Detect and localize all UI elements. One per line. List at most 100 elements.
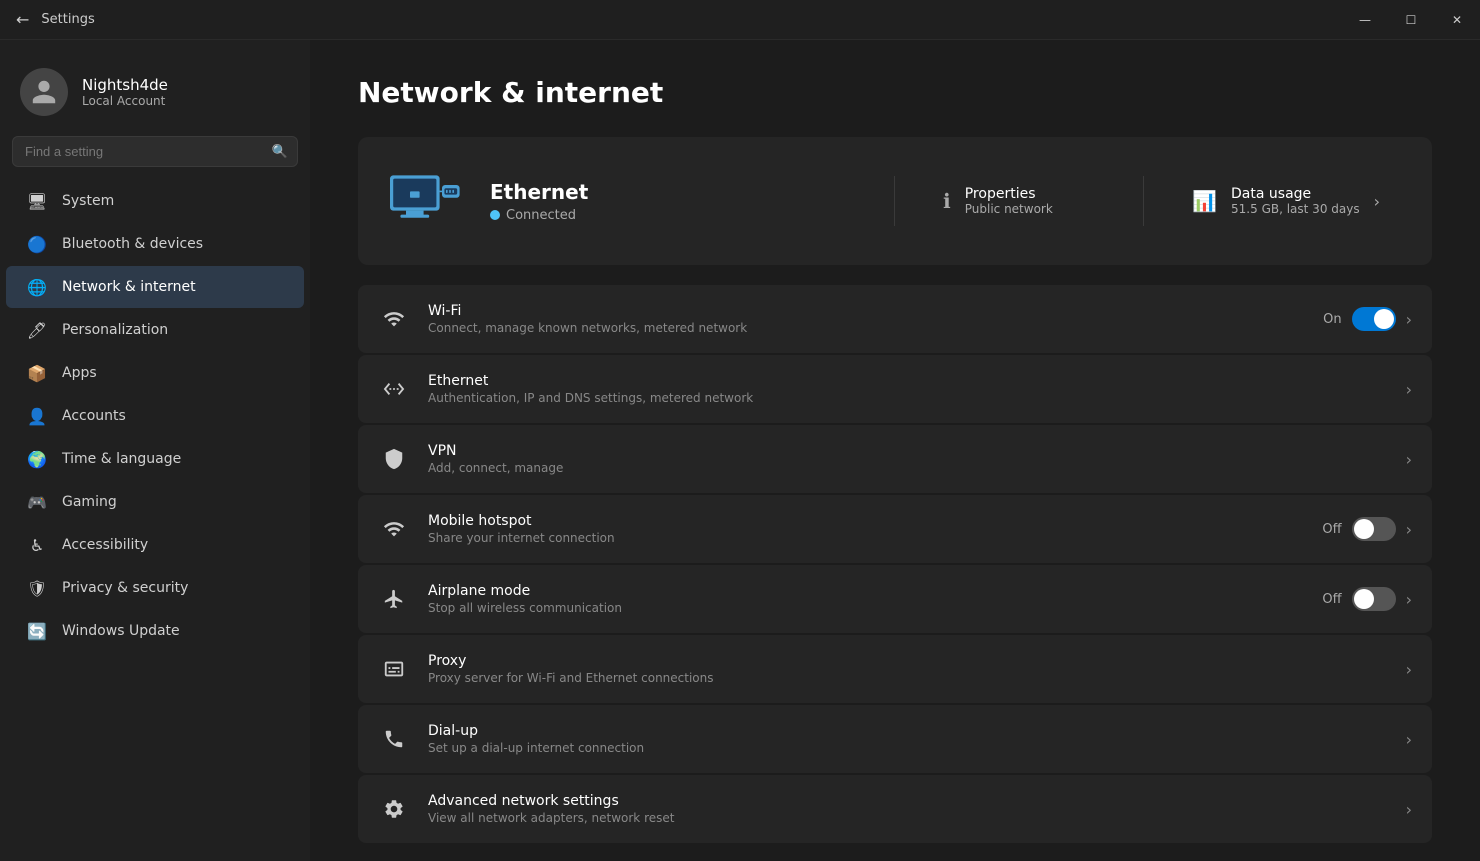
sidebar-item-bluetooth[interactable]: 🔵 Bluetooth & devices xyxy=(6,223,304,265)
back-button[interactable]: ← xyxy=(16,10,29,29)
sidebar-icon-privacy: 🛡 xyxy=(26,577,48,599)
settings-sub-advanced: View all network adapters, network reset xyxy=(428,811,1388,825)
settings-item-advanced[interactable]: Advanced network settings View all netwo… xyxy=(358,775,1432,843)
settings-label-advanced: Advanced network settings xyxy=(428,793,1388,809)
hero-properties[interactable]: ℹ Properties Public network xyxy=(919,186,1119,216)
settings-text-wifi: Wi-Fi Connect, manage known networks, me… xyxy=(428,303,1305,335)
chevron-advanced: › xyxy=(1406,800,1412,819)
settings-sub-hotspot: Share your internet connection xyxy=(428,531,1304,545)
sidebar-item-system[interactable]: 🖥 System xyxy=(6,180,304,222)
sidebar: Nightsh4de Local Account 🔍 🖥 System 🔵 Bl… xyxy=(0,40,310,861)
profile-sub: Local Account xyxy=(82,94,168,108)
chevron-hotspot: › xyxy=(1406,520,1412,539)
settings-label-proxy: Proxy xyxy=(428,653,1388,669)
profile-name: Nightsh4de xyxy=(82,76,168,94)
sidebar-icon-gaming: 🎮 xyxy=(26,491,48,513)
settings-text-airplane: Airplane mode Stop all wireless communic… xyxy=(428,583,1304,615)
ethernet-hero-card[interactable]: Ethernet Connected ℹ Properties Public n… xyxy=(358,137,1432,265)
settings-label-wifi: Wi-Fi xyxy=(428,303,1305,319)
settings-item-ethernet[interactable]: Ethernet Authentication, IP and DNS sett… xyxy=(358,355,1432,423)
sidebar-label-privacy: Privacy & security xyxy=(62,580,188,596)
profile-text: Nightsh4de Local Account xyxy=(82,76,168,108)
settings-icon-proxy xyxy=(378,653,410,685)
sidebar-item-time[interactable]: 🌍 Time & language xyxy=(6,438,304,480)
data-usage-icon: 📊 xyxy=(1192,189,1217,213)
settings-label-dialup: Dial-up xyxy=(428,723,1388,739)
sidebar-label-accounts: Accounts xyxy=(62,408,126,424)
properties-label: Properties xyxy=(965,186,1053,202)
ethernet-hero-name: Ethernet xyxy=(490,180,870,204)
hero-data-usage-text: Data usage 51.5 GB, last 30 days xyxy=(1231,186,1360,216)
toggle-wifi[interactable] xyxy=(1352,307,1396,331)
sidebar-item-update[interactable]: 🔄 Windows Update xyxy=(6,610,304,652)
settings-text-advanced: Advanced network settings View all netwo… xyxy=(428,793,1388,825)
settings-label-vpn: VPN xyxy=(428,443,1388,459)
settings-text-ethernet: Ethernet Authentication, IP and DNS sett… xyxy=(428,373,1388,405)
maximize-button[interactable]: ☐ xyxy=(1388,0,1434,40)
sidebar-label-network: Network & internet xyxy=(62,279,196,295)
settings-right-proxy: › xyxy=(1406,660,1412,679)
chevron-ethernet: › xyxy=(1406,380,1412,399)
settings-item-proxy[interactable]: Proxy Proxy server for Wi-Fi and Etherne… xyxy=(358,635,1432,703)
sidebar-item-personalization[interactable]: 🖊 Personalization xyxy=(6,309,304,351)
data-usage-label: Data usage xyxy=(1231,186,1360,202)
settings-icon-ethernet xyxy=(378,373,410,405)
toggle-label-hotspot: Off xyxy=(1322,522,1341,537)
sidebar-item-network[interactable]: 🌐 Network & internet xyxy=(6,266,304,308)
hero-divider-2 xyxy=(1143,176,1144,226)
sidebar-icon-apps: 📦 xyxy=(26,362,48,384)
settings-item-vpn[interactable]: VPN Add, connect, manage › xyxy=(358,425,1432,493)
profile-section[interactable]: Nightsh4de Local Account xyxy=(0,52,310,136)
sidebar-icon-system: 🖥 xyxy=(26,190,48,212)
sidebar-label-accessibility: Accessibility xyxy=(62,537,148,553)
settings-text-hotspot: Mobile hotspot Share your internet conne… xyxy=(428,513,1304,545)
close-button[interactable]: ✕ xyxy=(1434,0,1480,40)
chevron-dialup: › xyxy=(1406,730,1412,749)
settings-right-advanced: › xyxy=(1406,800,1412,819)
settings-list: Wi-Fi Connect, manage known networks, me… xyxy=(358,285,1432,843)
settings-sub-airplane: Stop all wireless communication xyxy=(428,601,1304,615)
sidebar-item-apps[interactable]: 📦 Apps xyxy=(6,352,304,394)
settings-label-hotspot: Mobile hotspot xyxy=(428,513,1304,529)
settings-right-dialup: › xyxy=(1406,730,1412,749)
settings-icon-airplane xyxy=(378,583,410,615)
settings-right-hotspot: Off › xyxy=(1322,517,1412,541)
chevron-vpn: › xyxy=(1406,450,1412,469)
sidebar-item-gaming[interactable]: 🎮 Gaming xyxy=(6,481,304,523)
settings-label-airplane: Airplane mode xyxy=(428,583,1304,599)
content-area: Network & internet xyxy=(310,40,1480,861)
settings-item-dialup[interactable]: Dial-up Set up a dial-up internet connec… xyxy=(358,705,1432,773)
chevron-wifi: › xyxy=(1406,310,1412,329)
sidebar-label-time: Time & language xyxy=(62,451,181,467)
sidebar-label-gaming: Gaming xyxy=(62,494,117,510)
ethernet-status-text: Connected xyxy=(506,208,576,223)
settings-sub-ethernet: Authentication, IP and DNS settings, met… xyxy=(428,391,1388,405)
toggle-hotspot[interactable] xyxy=(1352,517,1396,541)
ethernet-status: Connected xyxy=(490,208,870,223)
sidebar-item-accessibility[interactable]: ♿ Accessibility xyxy=(6,524,304,566)
window-controls: — ☐ ✕ xyxy=(1342,0,1480,40)
settings-sub-wifi: Connect, manage known networks, metered … xyxy=(428,321,1305,335)
ethernet-icon-wrap xyxy=(386,161,466,241)
settings-label-ethernet: Ethernet xyxy=(428,373,1388,389)
settings-item-wifi[interactable]: Wi-Fi Connect, manage known networks, me… xyxy=(358,285,1432,353)
search-input[interactable] xyxy=(12,136,298,167)
settings-item-airplane[interactable]: Airplane mode Stop all wireless communic… xyxy=(358,565,1432,633)
sidebar-item-privacy[interactable]: 🛡 Privacy & security xyxy=(6,567,304,609)
settings-item-hotspot[interactable]: Mobile hotspot Share your internet conne… xyxy=(358,495,1432,563)
minimize-button[interactable]: — xyxy=(1342,0,1388,40)
sidebar-icon-network: 🌐 xyxy=(26,276,48,298)
data-usage-sub: 51.5 GB, last 30 days xyxy=(1231,202,1360,216)
ethernet-info: Ethernet Connected xyxy=(490,180,870,223)
settings-icon-advanced xyxy=(378,793,410,825)
hero-data-usage[interactable]: 📊 Data usage 51.5 GB, last 30 days › xyxy=(1168,186,1404,216)
toggle-thumb-hotspot xyxy=(1354,519,1374,539)
sidebar-icon-accessibility: ♿ xyxy=(26,534,48,556)
sidebar-icon-personalization: 🖊 xyxy=(26,319,48,341)
settings-icon-dialup xyxy=(378,723,410,755)
sidebar-item-accounts[interactable]: 👤 Accounts xyxy=(6,395,304,437)
toggle-airplane[interactable] xyxy=(1352,587,1396,611)
settings-right-airplane: Off › xyxy=(1322,587,1412,611)
settings-icon-wifi xyxy=(378,303,410,335)
search-box[interactable]: 🔍 xyxy=(12,136,298,167)
